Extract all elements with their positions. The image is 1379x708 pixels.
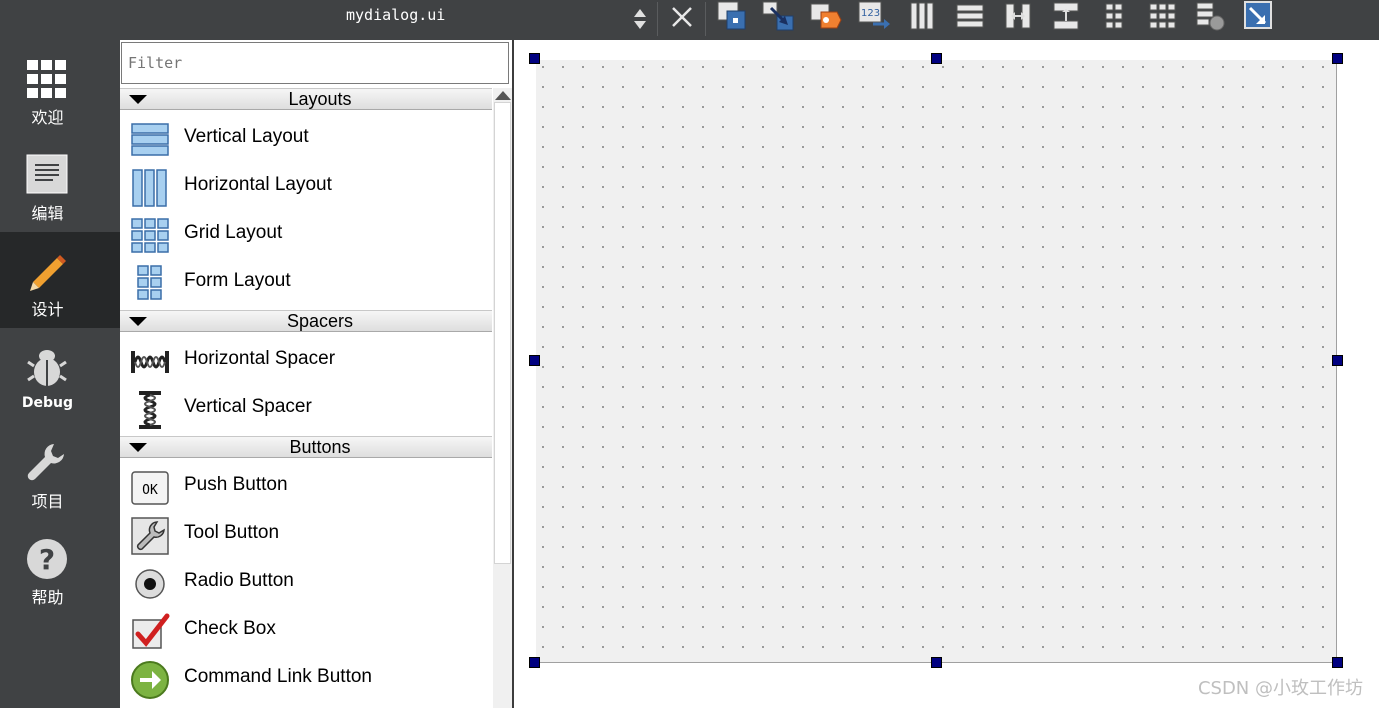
widget-tool-button[interactable]: Tool Button xyxy=(120,510,492,558)
check-box-icon xyxy=(132,613,170,649)
mode-label: 项目 xyxy=(31,492,64,511)
document-icon xyxy=(26,154,68,194)
mode-debug[interactable]: Debug xyxy=(0,328,120,424)
close-icon[interactable] xyxy=(669,4,695,30)
toolbar-separator xyxy=(657,2,658,36)
svg-text:OK: OK xyxy=(142,483,158,498)
widget-radio-button[interactable]: Radio Button xyxy=(120,558,492,606)
widget-label: Horizontal Spacer xyxy=(184,348,336,369)
vertical-layout-icon xyxy=(131,123,169,156)
updown-arrows-icon[interactable] xyxy=(632,4,648,34)
mode-label: 编辑 xyxy=(31,204,64,223)
resize-handle-top[interactable] xyxy=(931,53,942,64)
mode-help[interactable]: ? 帮助 xyxy=(0,520,120,616)
mode-projects[interactable]: 项目 xyxy=(0,424,120,520)
category-spacers[interactable]: Spacers xyxy=(120,310,492,332)
widget-filter-input[interactable] xyxy=(121,42,509,84)
widget-label: Form Layout xyxy=(184,270,291,291)
mode-label: Debug xyxy=(21,395,74,411)
open-file-name[interactable]: mydialog.ui xyxy=(346,6,445,24)
editor-toolbar: mydialog.ui 123 xyxy=(120,0,1379,40)
widget-vertical-spacer[interactable]: Vertical Spacer xyxy=(120,384,492,432)
widget-horizontal-layout[interactable]: Horizontal Layout xyxy=(120,162,492,210)
bug-icon xyxy=(27,350,67,386)
horizontal-spacer-icon xyxy=(131,351,169,373)
category-title: Spacers xyxy=(286,311,354,331)
category-layouts[interactable]: Layouts xyxy=(120,88,492,110)
category-title: Buttons xyxy=(289,437,351,457)
mode-label: 帮助 xyxy=(31,588,64,607)
resize-handle-right[interactable] xyxy=(1332,355,1343,366)
svg-text:?: ? xyxy=(39,543,55,576)
layout-vertical-icon[interactable] xyxy=(953,0,987,32)
mode-label: 欢迎 xyxy=(31,108,64,127)
svg-text:123: 123 xyxy=(861,8,880,19)
resize-handle-top-right[interactable] xyxy=(1332,53,1343,64)
help-icon: ? xyxy=(27,539,67,579)
mode-bar: 欢迎 编辑 设计 Debug 项目 ? 帮助 xyxy=(0,0,120,708)
mode-design[interactable]: 设计 xyxy=(0,232,120,328)
mode-edit[interactable]: 编辑 xyxy=(0,136,120,232)
edit-tab-order-icon[interactable]: 123 xyxy=(857,0,891,32)
mode-label: 设计 xyxy=(31,300,64,319)
resize-handle-bottom-right[interactable] xyxy=(1332,657,1343,668)
layout-grid-icon[interactable] xyxy=(1145,0,1179,32)
widget-label: Vertical Spacer xyxy=(184,396,312,417)
form-layout-icon xyxy=(137,265,162,300)
grid-layout-icon xyxy=(131,218,169,253)
widget-box-scrollbar[interactable] xyxy=(493,88,512,708)
widget-label: Tool Button xyxy=(184,522,280,543)
widget-box: Layouts Vertical Layout Horizontal Layou… xyxy=(120,40,512,708)
pencil-icon xyxy=(30,255,66,291)
adjust-size-icon[interactable] xyxy=(1241,0,1275,32)
widget-vertical-layout[interactable]: Vertical Layout xyxy=(120,114,492,162)
widget-label: Check Box xyxy=(184,618,276,639)
edit-buddies-icon[interactable] xyxy=(809,0,843,32)
category-title: Layouts xyxy=(288,89,352,109)
widget-label: Command Link Button xyxy=(184,666,372,687)
widget-label: Grid Layout xyxy=(184,222,283,243)
widget-grid-layout[interactable]: Grid Layout xyxy=(120,210,492,258)
layout-vertical-splitter-icon[interactable] xyxy=(1049,0,1083,32)
widget-check-box[interactable]: Check Box xyxy=(120,606,492,654)
widget-command-link-button[interactable]: Command Link Button xyxy=(120,654,492,702)
layout-horizontal-splitter-icon[interactable] xyxy=(1001,0,1035,32)
scrollbar-thumb[interactable] xyxy=(494,102,511,564)
widget-push-button[interactable]: OK Push Button xyxy=(120,462,492,510)
resize-handle-bottom-left[interactable] xyxy=(529,657,540,668)
resize-handle-top-left[interactable] xyxy=(529,53,540,64)
watermark: CSDN @小玫工作坊 xyxy=(1197,678,1363,699)
grid-icon xyxy=(27,60,66,98)
layout-form-icon[interactable] xyxy=(1097,0,1131,32)
vertical-spacer-icon xyxy=(139,391,161,429)
break-layout-icon[interactable] xyxy=(1193,0,1227,32)
dialog-form[interactable] xyxy=(536,60,1337,663)
widget-horizontal-spacer[interactable]: Horizontal Spacer xyxy=(120,336,492,384)
resize-handle-bottom[interactable] xyxy=(931,657,942,668)
mode-welcome[interactable]: 欢迎 xyxy=(0,40,120,136)
edit-widgets-icon[interactable] xyxy=(715,0,749,32)
command-link-arrow-icon xyxy=(131,661,169,699)
tool-button-icon xyxy=(131,517,169,555)
horizontal-layout-icon xyxy=(132,169,167,207)
toolbar-separator xyxy=(705,2,706,36)
push-button-icon: OK xyxy=(131,471,169,505)
widget-label: Push Button xyxy=(184,474,288,495)
widget-label: Horizontal Layout xyxy=(184,174,332,195)
resize-handle-left[interactable] xyxy=(529,355,540,366)
widget-label: Radio Button xyxy=(184,570,294,591)
radio-button-icon xyxy=(135,569,165,599)
layout-horizontal-icon[interactable] xyxy=(905,0,939,32)
form-editor-area xyxy=(514,40,1379,708)
category-buttons[interactable]: Buttons xyxy=(120,436,492,458)
scroll-up-arrow-icon[interactable] xyxy=(495,91,511,100)
widget-form-layout[interactable]: Form Layout xyxy=(120,258,492,306)
wrench-icon xyxy=(27,444,64,481)
widget-label: Vertical Layout xyxy=(184,126,309,147)
edit-signals-slots-icon[interactable] xyxy=(761,0,795,32)
